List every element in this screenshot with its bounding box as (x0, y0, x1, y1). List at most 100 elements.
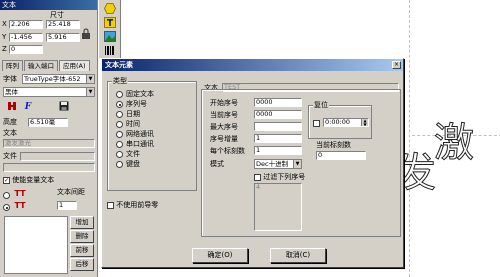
no-leading-zero-checkbox[interactable] (107, 201, 114, 209)
font-f-icon[interactable]: F (22, 101, 34, 113)
type-group: 类型 固定文本 序列号 日期 时间 网络通讯 串口通讯 文件 键盘 (107, 77, 197, 191)
font-type-select[interactable]: TrueType字体-652 ▼ (22, 74, 95, 84)
per-mark-label: 每个标刻数 (210, 147, 245, 155)
file-path-field[interactable] (20, 152, 95, 161)
dialog-title: 文本元素 (102, 59, 403, 71)
reset-time-value: 0:00:00 (325, 118, 351, 126)
size-w-field[interactable]: 25.418 (46, 20, 80, 29)
font-label: 字体 (3, 75, 17, 83)
spacing-mode-a[interactable] (3, 191, 10, 200)
char-spacing-icon: TT (14, 189, 26, 198)
type-option-time[interactable]: 时间 (116, 120, 140, 129)
cancel-button[interactable]: 取消(C) (270, 248, 326, 263)
type-option-file[interactable]: 文件 (116, 150, 140, 159)
text-tool-icon[interactable] (103, 17, 117, 29)
radio-network[interactable] (116, 130, 123, 138)
image-tool-icon[interactable] (103, 31, 117, 43)
drawing-tool-strip (99, 0, 121, 58)
mode-label: 模式 (210, 160, 224, 168)
filter-checkbox[interactable] (254, 173, 261, 181)
mode-select[interactable]: Dec十进制 ▼ (254, 159, 302, 169)
font-name-value: 黑体 (5, 88, 18, 96)
spacing-field[interactable]: 1 (57, 201, 77, 210)
height-label: 高度 (3, 118, 17, 126)
ok-button[interactable]: 确定(O) (192, 248, 248, 263)
current-label: 当前序号 (210, 111, 238, 119)
no-leading-zero-option[interactable]: 不使用前导零 (107, 201, 158, 210)
variable-text-label: 使能变量文本 (12, 176, 55, 184)
type-option-keyboard[interactable]: 键盘 (116, 160, 140, 169)
type-option-serial-port[interactable]: 串口通讯 (116, 140, 154, 149)
font-type-value: TrueType字体-652 (24, 75, 81, 83)
tab-input-port[interactable]: 输入端口 (24, 60, 58, 71)
y-label: Y (2, 33, 7, 41)
spacing-mode-a-radio[interactable] (3, 191, 10, 199)
size-h-field[interactable]: 5.916 (46, 33, 80, 42)
type-option-date[interactable]: 日期 (116, 110, 140, 119)
move-up-button[interactable]: 前移 (70, 244, 94, 257)
add-button[interactable]: 增加 (70, 216, 94, 229)
filter-list[interactable]: 4 (254, 183, 302, 231)
spin-arrows-icon[interactable]: ▲ ▼ (361, 119, 368, 126)
text-property-panel: 文本 尺寸 X 2.206 25.418 Y -1.456 5.916 Z 0 … (0, 0, 98, 277)
type-option-label: 时间 (126, 120, 140, 128)
variable-text-checkbox[interactable]: ✓ (3, 176, 10, 184)
text-element-dialog: 文本元素 × 类型 固定文本 序列号 日期 时间 网络通讯 串口通讯 文件 键盘… (101, 58, 404, 268)
current-mark-field[interactable]: 0 (316, 151, 366, 160)
tab-array[interactable]: 阵列 (2, 60, 23, 71)
bold-icon[interactable] (6, 101, 18, 113)
radio-file[interactable] (116, 150, 123, 158)
type-option-serial[interactable]: 序列号 (116, 100, 147, 109)
delete-button[interactable]: 删除 (70, 230, 94, 243)
chevron-down-icon: ▼ (293, 160, 301, 168)
type-option-fixed[interactable]: 固定文本 (116, 90, 154, 99)
radio-keyboard[interactable] (116, 160, 123, 168)
hexagon-tool-icon[interactable] (103, 3, 117, 15)
current-mark-label: 当前标刻数 (316, 141, 351, 149)
reset-group: 复位 0:00:00 ▲ ▼ (308, 101, 372, 139)
max-label: 最大序号 (210, 123, 238, 131)
increment-label: 序号增量 (210, 135, 238, 143)
current-field[interactable]: 0000 (254, 110, 302, 119)
type-option-label: 日期 (126, 110, 140, 118)
pos-x-field[interactable]: 2.206 (9, 20, 43, 29)
pos-z-field[interactable]: 0 (9, 45, 43, 54)
reset-time-field[interactable]: 0:00:00 ▲ ▼ (323, 118, 369, 127)
tab-apply[interactable]: 应用(A) (59, 60, 90, 71)
variable-text-toggle[interactable]: ✓ 使能变量文本 (3, 176, 54, 185)
padlock-icon[interactable] (80, 28, 92, 40)
height-field[interactable]: 6.510毫 (28, 118, 68, 127)
type-option-network[interactable]: 网络通讯 (116, 130, 154, 139)
file-extra-field[interactable] (3, 163, 95, 172)
variable-text-list[interactable] (4, 216, 68, 274)
chevron-down-icon: ▼ (86, 75, 94, 83)
radio-fixed[interactable] (116, 90, 123, 98)
reset-checkbox[interactable] (313, 120, 320, 127)
spacing-mode-b-radio[interactable] (3, 203, 10, 211)
radio-date[interactable] (116, 110, 123, 118)
radio-serial[interactable] (116, 100, 123, 108)
canvas-guide-vertical (409, 0, 410, 277)
radio-serial-port[interactable] (116, 140, 123, 148)
filter-option[interactable]: 过滤下列序号 (254, 173, 305, 182)
increment-field[interactable]: 1 (254, 134, 302, 143)
barcode-tool-icon[interactable] (103, 45, 117, 57)
max-field[interactable] (254, 122, 302, 131)
type-group-label: 类型 (112, 77, 128, 85)
text-content-field[interactable]: 激发激光 (3, 139, 95, 148)
radio-time[interactable] (116, 120, 123, 128)
reset-group-label: 复位 (313, 101, 329, 109)
size-header: 尺寸 (50, 11, 64, 19)
type-option-label: 固定文本 (126, 90, 154, 98)
pos-y-field[interactable]: -1.456 (9, 33, 43, 42)
canvas-text-char[interactable]: 激 (434, 110, 475, 168)
text-label: 文本 (3, 129, 17, 137)
per-mark-field[interactable]: 1 (254, 146, 302, 155)
font-name-select[interactable]: 黑体 ▼ (3, 87, 95, 97)
start-field[interactable]: 0000 (254, 98, 302, 107)
close-icon[interactable]: × (392, 61, 401, 69)
move-down-button[interactable]: 后移 (70, 258, 94, 271)
spacing-mode-b[interactable] (3, 203, 10, 212)
save-icon[interactable] (58, 101, 70, 113)
type-option-label: 网络通讯 (126, 130, 154, 138)
